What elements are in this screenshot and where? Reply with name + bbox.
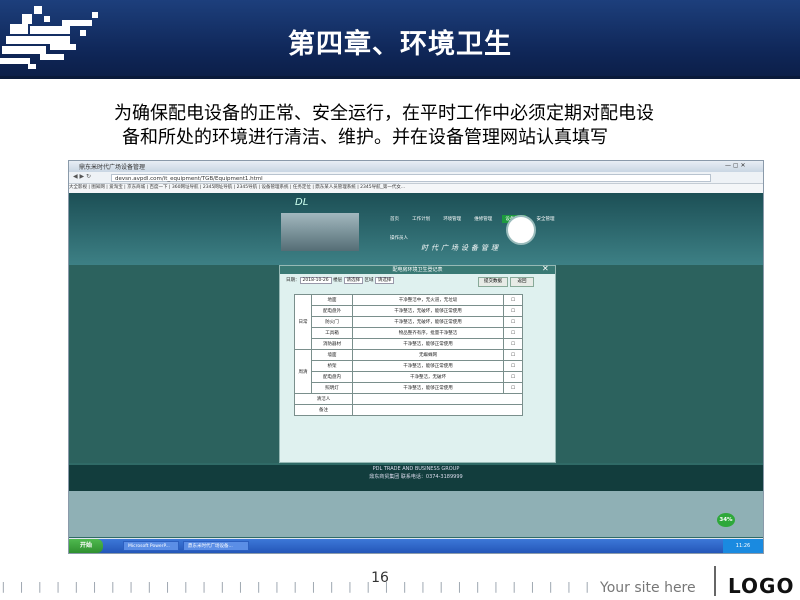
nav-item-env[interactable]: 环境管理 <box>440 215 464 223</box>
site-footer: PDL TRADE AND BUSINESS GROUP 鼎东商贸集团 联系电话… <box>69 465 763 491</box>
checkbox[interactable]: ☐ <box>503 371 523 383</box>
nav-item-plan[interactable]: 工作计划 <box>409 215 433 223</box>
date-input[interactable]: 2018-10-26 <box>299 277 332 284</box>
nav-item-repair[interactable]: 维修管理 <box>471 215 495 223</box>
item-cell: 配电盘内 <box>311 371 353 383</box>
footer-divider <box>714 566 716 596</box>
body-line-2: 备和所处的环境进行清洁、维护。并在设备管理网站认真填写 <box>122 127 608 148</box>
building-label: 楼层 <box>333 278 343 283</box>
site-text: Your site here <box>600 580 696 596</box>
content-area: 配电房环境卫生登记表 ✕ 日期： 2018-10-26 楼层 请选择 区域 请选择… <box>69 264 763 463</box>
item-cell: 照明灯 <box>311 382 353 394</box>
building-image <box>281 213 359 251</box>
table-row: 工具箱 物品整齐有序，批量干净整洁 ☐ <box>295 327 523 339</box>
cleaner-label: 清洁人 <box>294 393 353 405</box>
standard-cell: 物品整齐有序，批量干净整洁 <box>352 327 504 339</box>
table-row: 桥架 干净整洁，能够正常使用 ☐ <box>295 360 523 372</box>
web-page: DL 首页 工作计划 环境管理 维修管理 设备管理 安全管理 操作员人 时代广场… <box>69 193 763 538</box>
remark-input[interactable] <box>352 404 523 416</box>
standard-cell: 干净整洁，无破坏，能够正常使用 <box>352 305 504 317</box>
table-row: 配电盘内 干净整洁，无破坏 ☐ <box>295 371 523 383</box>
slide-title: 第四章、环境卫生 <box>288 29 512 60</box>
page-number: 16 <box>371 570 389 586</box>
table-row: 备注 <box>294 404 523 416</box>
checkbox[interactable]: ☐ <box>503 305 523 317</box>
building-select[interactable]: 请选择 <box>343 277 364 284</box>
form-panel: 配电房环境卫生登记表 ✕ 日期： 2018-10-26 楼层 请选择 区域 请选择… <box>279 264 556 463</box>
item-cell: 桥架 <box>311 360 353 372</box>
standard-cell: 干净整洁，能够正常使用 <box>352 360 504 372</box>
site-nav: 首页 工作计划 环境管理 维修管理 设备管理 安全管理 操作员人 <box>387 205 587 241</box>
table-row: 照明灯 干净整洁，能够正常使用 ☐ <box>295 382 523 394</box>
system-title: 时代广场设备管理 <box>421 244 501 252</box>
footer-chinese: 鼎东商贸集团 联系电话：0374-3189999 <box>369 474 463 480</box>
item-cell: 防火门 <box>311 316 353 328</box>
item-cell: 墙面 <box>311 349 353 361</box>
checkbox[interactable]: ☐ <box>503 294 523 306</box>
group-label: 日常 <box>294 294 312 350</box>
browser-titlebar: 鼎东米时代广场设备管理 — ▢ ✕ <box>69 161 763 172</box>
area-select[interactable]: 请选择 <box>374 277 395 284</box>
table-row: 防火门 干净整洁，无破坏，能够正常使用 ☐ <box>295 316 523 328</box>
back-forward-icon[interactable]: ◀ ▶ ↻ <box>73 173 91 180</box>
cleaner-input[interactable] <box>352 393 523 405</box>
item-cell: 消防器材 <box>311 338 353 350</box>
checklist-table: 日常 地面 干净整洁中，无火道，无垃圾 ☐ 配电盘外 干净整洁，无破坏，能够正常使用 ☐ … <box>294 294 523 416</box>
standard-cell: 干净整洁，能够正常使用 <box>352 338 504 350</box>
taskbar-item-browser[interactable]: 鼎东米时代广场设备... <box>183 541 249 551</box>
nav-item-operator[interactable]: 操作员人 <box>387 234 411 242</box>
table-row: 配电盘外 干净整洁，无破坏，能够正常使用 ☐ <box>295 305 523 317</box>
table-row: 清洁人 <box>294 393 523 405</box>
item-cell: 配电盘外 <box>311 305 353 317</box>
footer-tick-decoration: | | | | | | | | | | | | | | | | | | | | … <box>0 580 600 593</box>
standard-cell: 无蜘蛛网 <box>352 349 504 361</box>
taskbar-item-powerpoint[interactable]: Microsoft PowerP... <box>123 541 179 551</box>
standard-cell: 干净整洁中，无火道，无垃圾 <box>352 294 504 306</box>
logo-text: LOGO <box>728 574 795 598</box>
date-label: 日期： <box>286 278 300 283</box>
checkbox[interactable]: ☐ <box>503 349 523 361</box>
checkbox[interactable]: ☐ <box>503 316 523 328</box>
progress-badge: 34% <box>717 513 735 527</box>
browser-tab[interactable]: 鼎东米时代广场设备管理 <box>79 162 145 171</box>
checkbox[interactable]: ☐ <box>503 382 523 394</box>
address-bar[interactable]: devsn.avpdl.com/it_equipment/TGB/Equipme… <box>111 174 711 182</box>
group-label: 周清 <box>294 349 312 394</box>
nav-item-home[interactable]: 首页 <box>387 215 402 223</box>
return-button[interactable]: 返回 <box>510 277 534 287</box>
page-bottom-space <box>69 491 763 537</box>
remark-label: 备注 <box>294 404 353 416</box>
item-cell: 地面 <box>311 294 353 306</box>
table-row: 日常 地面 干净整洁中，无火道，无垃圾 ☐ <box>294 294 523 350</box>
standard-cell: 干净整洁，无破坏 <box>352 371 504 383</box>
header-divider <box>0 76 800 79</box>
item-cell: 工具箱 <box>311 327 353 339</box>
table-row: 周清 墙面 无蜘蛛网 ☐ <box>294 349 523 394</box>
checkbox[interactable]: ☐ <box>503 327 523 339</box>
site-banner: DL 首页 工作计划 环境管理 维修管理 设备管理 安全管理 操作员人 时代广场… <box>69 193 763 265</box>
system-tray-clock[interactable]: 11:26 <box>723 539 763 553</box>
standard-cell: 干净整洁，无破坏，能够正常使用 <box>352 316 504 328</box>
embedded-browser-screenshot: 鼎东米时代广场设备管理 — ▢ ✕ ◀ ▶ ↻ devsn.avpdl.com/… <box>68 160 764 554</box>
table-row: 消防器材 干净整洁，能够正常使用 ☐ <box>295 338 523 350</box>
start-button[interactable]: 开始 <box>69 539 103 553</box>
nav-item-safety[interactable]: 安全管理 <box>533 215 557 223</box>
site-logo-icon: DL <box>295 197 309 208</box>
window-controls-icon[interactable]: — ▢ ✕ <box>725 162 746 169</box>
close-icon[interactable]: ✕ <box>542 264 549 273</box>
submit-button[interactable]: 提交数据 <box>478 277 508 287</box>
area-label: 区域 <box>364 278 374 283</box>
slide-body-text: 为确保配电设备的正常、安全运行，在平时工作中必须定期对配电设 备和所处的环境进行… <box>114 102 724 150</box>
panel-title: 配电房环境卫生登记表 <box>280 266 555 274</box>
footer-english: PDL TRADE AND BUSINESS GROUP <box>372 466 460 472</box>
body-line-1: 为确保配电设备的正常、安全运行，在平时工作中必须定期对配电设 <box>114 103 654 124</box>
checkbox[interactable]: ☐ <box>503 338 523 350</box>
checkbox[interactable]: ☐ <box>503 360 523 372</box>
clock-icon <box>506 215 536 245</box>
standard-cell: 干净整洁，能够正常使用 <box>352 382 504 394</box>
